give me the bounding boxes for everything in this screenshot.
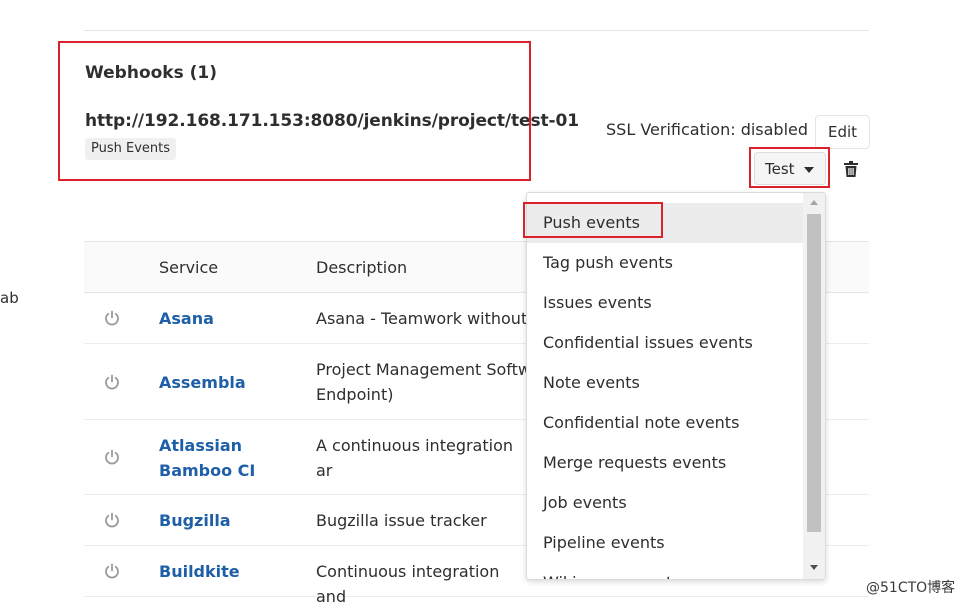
service-link-buildkite[interactable]: Buildkite xyxy=(159,559,279,584)
menu-item-confidential-issues-events[interactable]: Confidential issues events xyxy=(527,323,803,363)
sidebar-clipped-text: ab xyxy=(0,289,19,307)
edit-button[interactable]: Edit xyxy=(815,115,870,149)
watermark: @51CTO博客 xyxy=(866,580,956,596)
menu-item-tag-push-events[interactable]: Tag push events xyxy=(527,243,803,283)
service-link-bugzilla[interactable]: Bugzilla xyxy=(159,508,279,533)
power-icon xyxy=(105,563,119,579)
power-icon xyxy=(105,512,119,528)
service-description: Continuous integration and xyxy=(316,562,500,605)
scrollbar-thumb[interactable] xyxy=(807,214,821,532)
section-divider xyxy=(84,30,869,31)
column-header-description: Description xyxy=(316,258,408,277)
menu-item-pipeline-events[interactable]: Pipeline events xyxy=(527,523,803,563)
column-header-service: Service xyxy=(159,258,219,277)
service-link-assembla[interactable]: Assembla xyxy=(159,370,279,395)
service-description: Asana - Teamwork without xyxy=(316,309,528,328)
scroll-up-arrow-icon[interactable] xyxy=(810,200,818,205)
trash-icon[interactable] xyxy=(844,161,858,177)
push-events-highlight-box xyxy=(523,202,663,238)
menu-item-job-events[interactable]: Job events xyxy=(527,483,803,523)
service-description: Project Management Softw Endpoint) xyxy=(316,360,531,404)
dropdown-scrollbar[interactable] xyxy=(803,193,825,579)
test-button-highlight-box xyxy=(749,147,830,188)
service-link-asana[interactable]: Asana xyxy=(159,306,279,331)
service-description: Bugzilla issue tracker xyxy=(316,511,487,530)
menu-item-note-events[interactable]: Note events xyxy=(527,363,803,403)
test-event-dropdown-menu: Push events Tag push events Issues event… xyxy=(526,192,826,580)
menu-item-wiki-page-events[interactable]: Wiki page events xyxy=(527,563,803,579)
menu-item-merge-requests-events[interactable]: Merge requests events xyxy=(527,443,803,483)
power-icon xyxy=(105,310,119,326)
service-description: A continuous integration ar xyxy=(316,436,513,480)
menu-item-confidential-note-events[interactable]: Confidential note events xyxy=(527,403,803,443)
scroll-down-arrow-icon[interactable] xyxy=(810,565,818,570)
power-icon xyxy=(105,374,119,390)
ssl-verification-status: SSL Verification: disabled xyxy=(606,120,809,139)
power-icon xyxy=(105,449,119,465)
service-link-atlassian-bamboo-ci[interactable]: Atlassian Bamboo CI xyxy=(159,433,279,483)
webhook-highlight-box xyxy=(58,41,531,181)
menu-item-issues-events[interactable]: Issues events xyxy=(527,283,803,323)
